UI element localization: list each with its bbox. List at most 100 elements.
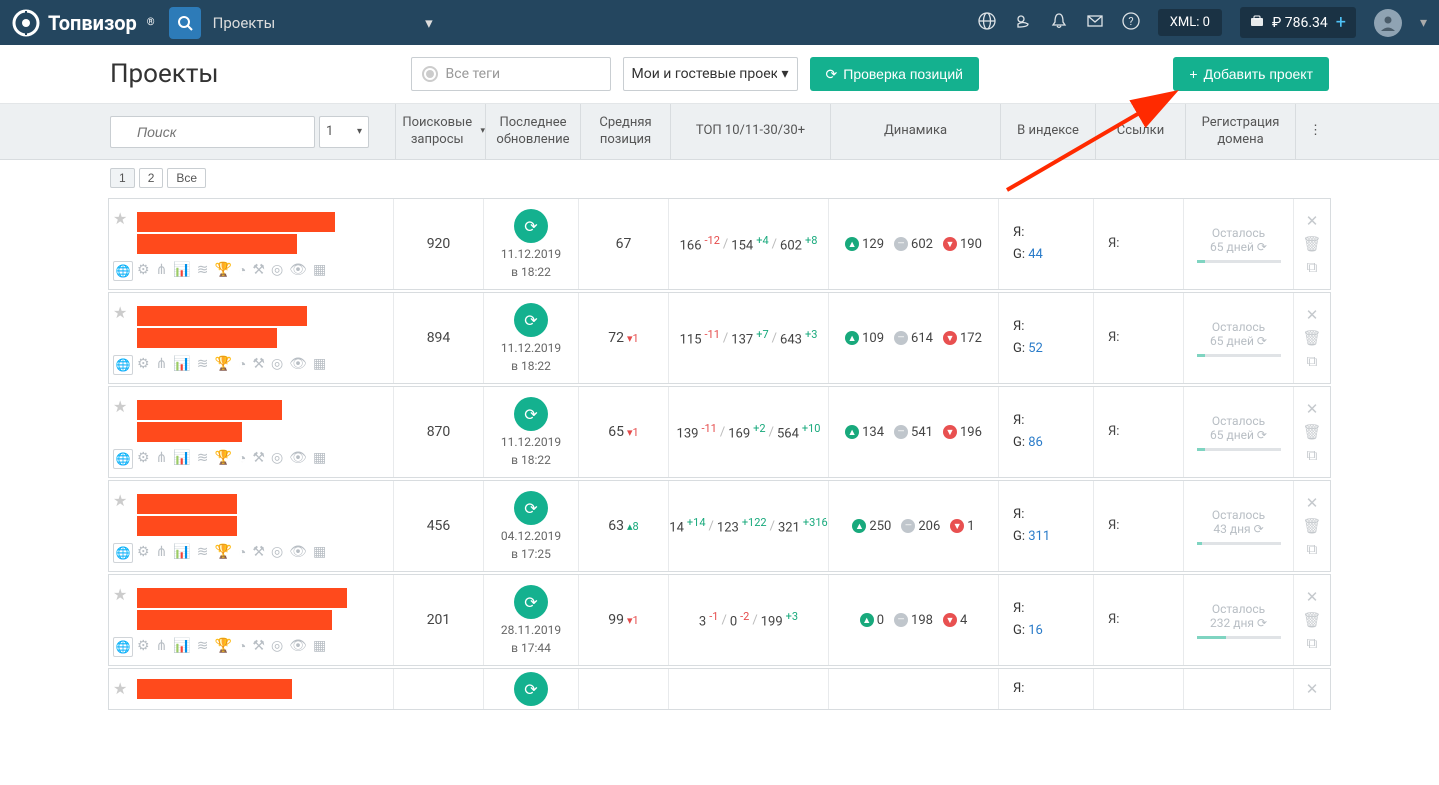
refresh-button[interactable]: ⟳	[514, 585, 548, 619]
close-icon[interactable]: ✕	[1306, 212, 1319, 230]
globe-icon[interactable]: 🌐	[113, 261, 133, 281]
hammer-icon[interactable]: ⚒	[252, 544, 265, 561]
add-project-button[interactable]: + Добавить проект	[1173, 57, 1329, 91]
eye-icon[interactable]: 👁	[289, 544, 307, 561]
share-icon[interactable]: ⋔	[156, 544, 168, 561]
copy-icon[interactable]: ⧉	[1307, 540, 1318, 558]
page-all[interactable]: Все	[167, 168, 206, 188]
star-icon[interactable]: ★	[113, 397, 127, 416]
layers-icon[interactable]: ≋	[197, 450, 209, 467]
project-name-redacted[interactable]	[137, 306, 307, 326]
project-url-redacted[interactable]	[137, 328, 277, 348]
grid-icon[interactable]: ▦	[313, 450, 326, 467]
refresh-icon[interactable]: ⟳	[1257, 334, 1267, 348]
gear-icon[interactable]: ⚙	[137, 450, 150, 467]
col-top[interactable]: ТОП 10/11-30/30+	[670, 104, 830, 159]
star-icon[interactable]: ★	[113, 585, 127, 604]
globe-icon[interactable]	[978, 12, 996, 34]
visibility-select[interactable]: Мои и гостевые проекты ▾	[623, 57, 798, 91]
close-icon[interactable]: ✕	[1306, 400, 1319, 418]
project-selector[interactable]: Проекты ▾	[213, 14, 433, 32]
trophy-icon[interactable]: 🏆	[214, 638, 231, 655]
star-icon[interactable]: ★	[113, 491, 127, 510]
refresh-button[interactable]: ⟳	[514, 491, 548, 525]
grid-icon[interactable]: ▦	[313, 356, 326, 373]
chart-icon[interactable]: 📊	[173, 638, 190, 655]
target-icon[interactable]: ◎	[271, 450, 283, 467]
copy-icon[interactable]: ⧉	[1307, 258, 1318, 276]
refresh-icon[interactable]: ⟳	[1254, 522, 1264, 536]
gear-icon[interactable]: ⚙	[137, 638, 150, 655]
project-url-redacted[interactable]	[137, 422, 242, 442]
logo[interactable]: Топвизор ®	[12, 9, 155, 37]
eye-icon[interactable]: 👁	[289, 262, 307, 279]
refresh-button[interactable]: ⟳	[514, 397, 548, 431]
eye-icon[interactable]: 👁	[289, 356, 307, 373]
mail-icon[interactable]	[1086, 12, 1104, 34]
copy-icon[interactable]: ⧉	[1307, 352, 1318, 370]
eye-icon[interactable]: 👁	[289, 450, 307, 467]
project-url-redacted[interactable]	[137, 516, 237, 536]
refresh-button[interactable]: ⟳	[514, 303, 548, 337]
layers-icon[interactable]: ≋	[197, 262, 209, 279]
star-icon[interactable]: ★	[113, 209, 127, 228]
close-icon[interactable]: ✕	[1306, 680, 1319, 698]
grid-icon[interactable]: ▦	[313, 544, 326, 561]
close-icon[interactable]: ✕	[1306, 306, 1319, 324]
globe-icon[interactable]: 🌐	[113, 355, 133, 375]
col-queries[interactable]: Поисковые запросы ▾	[395, 104, 485, 159]
layers-icon[interactable]: ≋	[197, 544, 209, 561]
avatar[interactable]	[1374, 9, 1402, 37]
clock-icon[interactable]: ◔	[238, 450, 246, 467]
col-links[interactable]: Ссылки	[1095, 104, 1185, 159]
clock-icon[interactable]: ◔	[238, 638, 246, 655]
target-icon[interactable]: ◎	[271, 356, 283, 373]
check-positions-button[interactable]: ⟳ Проверка позиций	[810, 57, 979, 91]
target-icon[interactable]: ◎	[271, 262, 283, 279]
balance[interactable]: ₽ 786.34 +	[1240, 7, 1356, 38]
col-menu-icon[interactable]: ⋮	[1295, 104, 1335, 159]
search-input[interactable]	[110, 116, 315, 148]
page-1[interactable]: 1	[110, 168, 135, 188]
trophy-icon[interactable]: 🏆	[214, 262, 231, 279]
add-funds-icon[interactable]: +	[1336, 12, 1346, 33]
globe-icon[interactable]: 🌐	[113, 449, 133, 469]
share-icon[interactable]: ⋔	[156, 356, 168, 373]
col-update[interactable]: Последнее обновление	[485, 104, 580, 159]
chart-icon[interactable]: 📊	[173, 356, 190, 373]
col-index[interactable]: В индексе	[1000, 104, 1095, 159]
target-icon[interactable]: ◎	[271, 638, 283, 655]
globe-icon[interactable]: 🌐	[113, 637, 133, 657]
col-registration[interactable]: Регистрация домена	[1185, 104, 1295, 159]
chart-icon[interactable]: 📊	[173, 544, 190, 561]
project-name-redacted[interactable]	[137, 400, 282, 420]
trophy-icon[interactable]: 🏆	[214, 544, 231, 561]
xml-counter[interactable]: XML: 0	[1158, 9, 1222, 36]
gear-icon[interactable]: ⚙	[137, 262, 150, 279]
share-icon[interactable]: ⋔	[156, 638, 168, 655]
eye-icon[interactable]: 👁	[289, 638, 307, 655]
trophy-icon[interactable]: 🏆	[214, 450, 231, 467]
project-name-redacted[interactable]	[137, 588, 347, 608]
chart-icon[interactable]: 📊	[173, 262, 190, 279]
grid-icon[interactable]: ▦	[313, 638, 326, 655]
project-url-redacted[interactable]	[137, 234, 297, 254]
trash-icon[interactable]: 🗑	[1302, 235, 1321, 253]
star-icon[interactable]: ★	[113, 303, 127, 322]
col-dynamics[interactable]: Динамика	[830, 104, 1000, 159]
grid-icon[interactable]: ▦	[313, 262, 326, 279]
gear-icon[interactable]: ⚙	[137, 544, 150, 561]
hammer-icon[interactable]: ⚒	[252, 638, 265, 655]
clock-icon[interactable]: ◔	[238, 262, 246, 279]
globe-icon[interactable]: 🌐	[113, 543, 133, 563]
layers-icon[interactable]: ≋	[197, 356, 209, 373]
hammer-icon[interactable]: ⚒	[252, 450, 265, 467]
clock-icon[interactable]: ◔	[238, 356, 246, 373]
weather-icon[interactable]	[1014, 12, 1032, 34]
refresh-button[interactable]: ⟳	[514, 672, 548, 706]
target-icon[interactable]: ◎	[271, 544, 283, 561]
tags-select[interactable]: Все теги	[411, 57, 611, 91]
copy-icon[interactable]: ⧉	[1307, 634, 1318, 652]
col-avgpos[interactable]: Средняя позиция	[580, 104, 670, 159]
trash-icon[interactable]: 🗑	[1302, 329, 1321, 347]
